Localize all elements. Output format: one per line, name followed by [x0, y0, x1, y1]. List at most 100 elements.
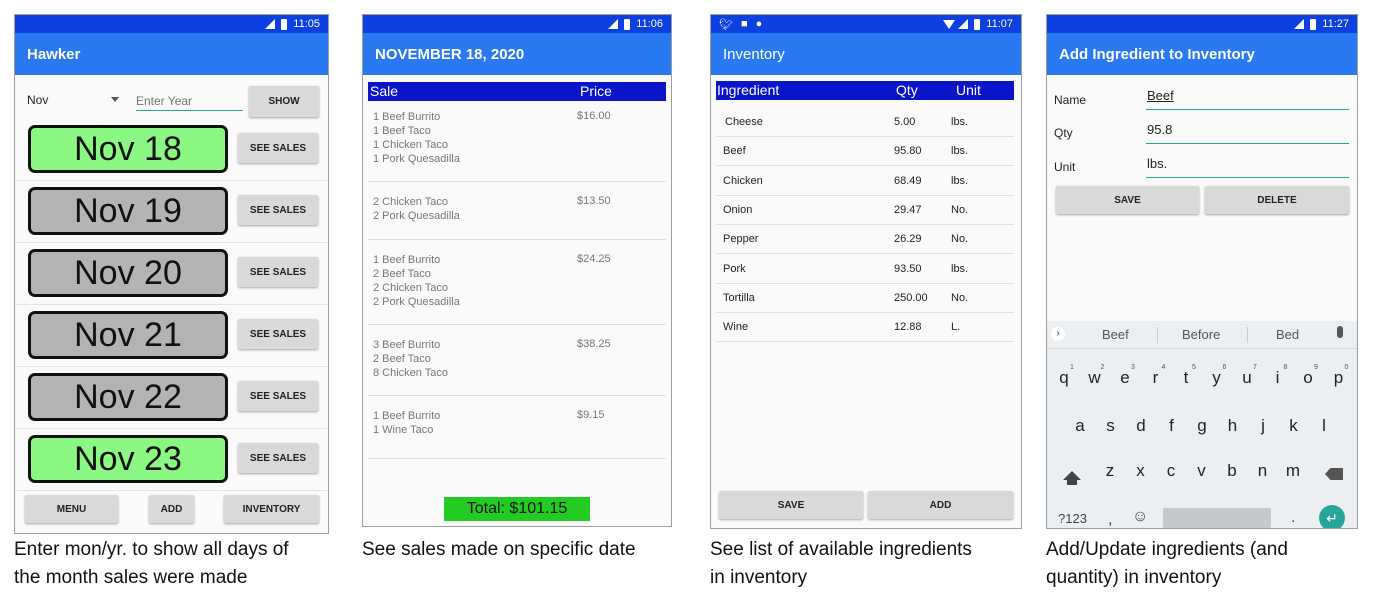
key[interactable]: c [1160, 461, 1182, 481]
col-ingredient: Ingredient [717, 82, 780, 98]
ingredient-name: Pork [723, 262, 746, 275]
inventory-row[interactable]: Cheese 5.00 lbs. [716, 108, 1014, 137]
suggestion[interactable]: Before [1182, 327, 1220, 342]
day-button[interactable]: Nov 22 [28, 373, 228, 421]
inventory-row[interactable]: Wine 12.88 L. [716, 313, 1014, 343]
key[interactable]: e [1114, 368, 1136, 388]
ingredient-unit: No. [951, 203, 969, 216]
emoji-icon[interactable]: ☺ [1132, 508, 1148, 526]
key-number-hint: 5 [1192, 364, 1196, 371]
ingredient-qty: 5.00 [894, 116, 916, 128]
key[interactable]: f [1161, 416, 1183, 436]
caption-line: the month sales were made [14, 567, 248, 588]
inventory-row[interactable]: Pork 93.50 lbs. [716, 255, 1014, 284]
status-bar: 11:05 [15, 15, 328, 33]
day-button[interactable]: Nov 20 [28, 249, 228, 297]
space-bar[interactable] [1163, 508, 1271, 528]
day-button[interactable]: Nov 23 [28, 435, 228, 483]
key[interactable]: g [1191, 416, 1213, 436]
sales-table-header: Sale Price [368, 82, 666, 101]
see-sales-button[interactable]: SEE SALES [238, 319, 318, 349]
row-divider [15, 180, 327, 181]
status-time: 11:05 [293, 18, 320, 30]
year-input[interactable] [136, 91, 243, 111]
inventory-button[interactable]: INVENTORY [224, 495, 319, 523]
key[interactable]: q [1053, 368, 1075, 388]
col-sale: Sale [370, 83, 399, 99]
key[interactable]: s [1100, 416, 1122, 436]
name-value: Beef [1147, 88, 1174, 103]
key[interactable]: v [1191, 461, 1213, 481]
key[interactable]: k [1283, 416, 1305, 436]
key[interactable]: d [1130, 416, 1152, 436]
day-button[interactable]: Nov 21 [28, 311, 228, 359]
see-sales-button[interactable]: SEE SALES [238, 257, 318, 287]
key[interactable]: m [1282, 461, 1304, 481]
key[interactable]: t [1175, 368, 1197, 388]
show-button[interactable]: SHOW [249, 86, 319, 117]
sale-items: 1 Beef Burrito 1 Beef Taco 1 Chicken Taco 1… [373, 110, 460, 166]
name-field[interactable]: Beef [1146, 88, 1349, 110]
inventory-row[interactable]: Onion 29.47 No. [716, 196, 1014, 225]
key[interactable]: b [1221, 461, 1243, 481]
qty-field[interactable]: 95.8 [1146, 122, 1349, 144]
sale-price: $24.25 [577, 253, 611, 265]
key[interactable]: r [1145, 368, 1167, 388]
see-sales-button[interactable]: SEE SALES [238, 133, 318, 163]
microphone-icon[interactable] [1337, 326, 1343, 338]
col-unit: Unit [956, 82, 981, 98]
sale-price: $13.50 [577, 195, 611, 207]
key[interactable]: y [1206, 368, 1228, 388]
save-button[interactable]: SAVE [1056, 186, 1199, 214]
key[interactable]: j [1252, 416, 1274, 436]
period-key[interactable]: . [1291, 509, 1295, 527]
twitter-icon: 🐦︎ [719, 18, 733, 31]
suggestion[interactable]: Bed [1276, 327, 1299, 342]
row-divider [15, 366, 327, 367]
inventory-row[interactable]: Chicken 68.49 lbs. [716, 167, 1014, 196]
menu-button[interactable]: MENU [25, 495, 118, 523]
key-number-hint: 6 [1222, 364, 1227, 371]
day-button[interactable]: Nov 18 [28, 125, 228, 173]
key[interactable]: n [1252, 461, 1274, 481]
status-time: 11:27 [1322, 18, 1349, 30]
inventory-row[interactable]: Tortilla 250.00 No. [716, 284, 1014, 313]
see-sales-button[interactable]: SEE SALES [238, 195, 318, 225]
key[interactable]: p [1328, 368, 1350, 388]
enter-icon[interactable]: ↵ [1319, 505, 1345, 528]
key[interactable]: i [1267, 368, 1289, 388]
caption-line: Enter mon/yr. to show all days of [14, 539, 289, 560]
key[interactable]: z [1099, 461, 1121, 481]
month-select[interactable]: Nov [27, 93, 127, 113]
inventory-row[interactable]: Beef 95.80 lbs. [716, 137, 1014, 167]
key[interactable]: w [1084, 368, 1106, 388]
screen-sales-date: 11:06 NOVEMBER 18, 2020 Sale Price 1 Bee… [362, 14, 672, 527]
row-divider [15, 428, 327, 429]
unit-field[interactable]: lbs. [1146, 156, 1349, 178]
chevron-right-icon[interactable]: › [1051, 327, 1065, 341]
day-button[interactable]: Nov 19 [28, 187, 228, 235]
key[interactable]: u [1236, 368, 1258, 388]
app-title: Hawker [15, 33, 328, 75]
status-time: 11:07 [986, 18, 1013, 30]
suggestion[interactable]: Beef [1102, 327, 1129, 342]
caption-line: in inventory [710, 567, 808, 588]
key[interactable]: l [1313, 416, 1335, 436]
see-sales-button[interactable]: SEE SALES [238, 443, 318, 473]
inventory-row[interactable]: Pepper 26.29 No. [716, 225, 1014, 255]
signal-icon [958, 19, 969, 29]
key[interactable]: a [1069, 416, 1091, 436]
circle-icon: ● [755, 18, 763, 30]
add-button[interactable]: ADD [868, 491, 1013, 519]
backspace-icon[interactable] [1325, 468, 1343, 480]
save-button[interactable]: SAVE [719, 491, 863, 519]
add-button[interactable]: ADD [149, 495, 194, 523]
key[interactable]: h [1222, 416, 1244, 436]
delete-button[interactable]: DELETE [1205, 186, 1349, 214]
comma-key[interactable]: , [1108, 511, 1112, 528]
shift-icon[interactable] [1063, 471, 1081, 480]
see-sales-button[interactable]: SEE SALES [238, 381, 318, 411]
symbols-key[interactable]: ?123 [1058, 511, 1087, 526]
key[interactable]: o [1297, 368, 1319, 388]
key[interactable]: x [1130, 461, 1152, 481]
